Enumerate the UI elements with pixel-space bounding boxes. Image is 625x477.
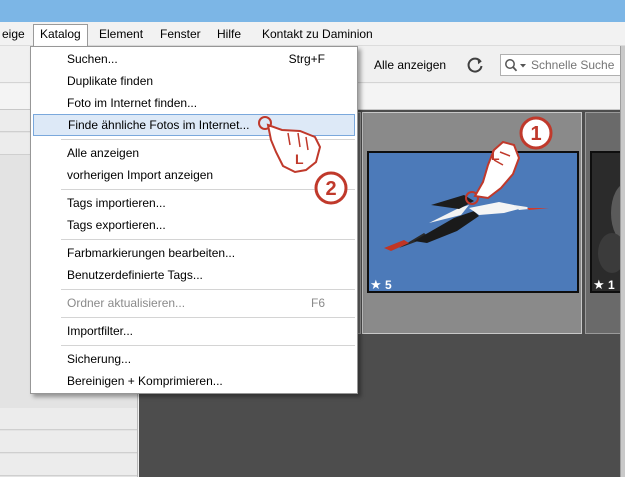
quick-search-input[interactable]	[531, 57, 619, 73]
menu-item-vorheriger-import[interactable]: vorherigen Import anzeigen	[33, 165, 355, 187]
menu-kontakt[interactable]: Kontakt zu Daminion	[257, 26, 378, 44]
menu-fenster[interactable]: Fenster	[155, 26, 206, 44]
menu-item-ordner-aktualisieren: Ordner aktualisieren... F6	[33, 293, 355, 315]
panel-row[interactable]	[0, 454, 137, 476]
star-icon: ★	[370, 277, 382, 292]
menu-katalog[interactable]: Katalog	[33, 24, 88, 46]
refresh-icon[interactable]	[465, 55, 485, 75]
menu-item-aehnliche-fotos[interactable]: Finde ähnliche Fotos im Internet...	[33, 114, 355, 136]
menu-anzeige[interactable]: eige	[0, 26, 30, 44]
shortcut-label: F6	[310, 296, 325, 310]
show-all-button[interactable]: Alle anzeigen	[374, 58, 446, 72]
star-icon: ★	[593, 277, 605, 292]
menu-separator	[61, 139, 355, 140]
thumbnail-image-stork[interactable]	[367, 151, 579, 293]
menu-separator	[61, 345, 355, 346]
stork-image	[384, 195, 549, 251]
menu-item-duplikate[interactable]: Duplikate finden	[33, 71, 355, 93]
menu-item-suchen[interactable]: Suchen... Strg+F	[33, 49, 355, 71]
menu-item-foto-internet[interactable]: Foto im Internet finden...	[33, 93, 355, 115]
menu-item-tags-importieren[interactable]: Tags importieren...	[33, 193, 355, 215]
menu-bar: eige Katalog Element Fenster Hilfe Konta…	[0, 22, 625, 46]
menu-separator	[61, 239, 355, 240]
menu-item-sicherung[interactable]: Sicherung...	[33, 349, 355, 371]
menu-separator	[61, 189, 355, 190]
thumbnail-cell-stork[interactable]: ★ 5	[362, 112, 582, 334]
quick-search-box[interactable]	[500, 54, 622, 76]
panel-row[interactable]	[0, 431, 137, 453]
menu-element[interactable]: Element	[94, 26, 148, 44]
window-titlebar	[0, 0, 625, 22]
katalog-dropdown-menu: Suchen... Strg+F Duplikate finden Foto im…	[30, 46, 358, 394]
shortcut-label: Strg+F	[288, 52, 325, 66]
menu-item-importfilter[interactable]: Importfilter...	[33, 321, 355, 343]
menu-item-tags-exportieren[interactable]: Tags exportieren...	[33, 215, 355, 237]
menu-hilfe[interactable]: Hilfe	[212, 26, 246, 44]
search-icon[interactable]	[504, 58, 528, 73]
thumbnail-rating: ★ 5	[370, 277, 392, 293]
right-scroll-strip[interactable]	[620, 46, 625, 477]
menu-separator	[61, 317, 355, 318]
panel-row[interactable]	[0, 408, 137, 430]
menu-item-farbmarkierungen[interactable]: Farbmarkierungen bearbeiten...	[33, 243, 355, 265]
menu-item-alle-anzeigen[interactable]: Alle anzeigen	[33, 143, 355, 165]
menu-item-benutzerdefinierte-tags[interactable]: Benutzerdefinierte Tags...	[33, 265, 355, 287]
menu-item-bereinigen[interactable]: Bereinigen + Komprimieren...	[33, 371, 355, 393]
menu-separator	[61, 289, 355, 290]
thumbnail-cell-foliage[interactable]: ★ 1	[585, 112, 625, 334]
thumbnail-rating: ★ 1	[593, 277, 615, 293]
